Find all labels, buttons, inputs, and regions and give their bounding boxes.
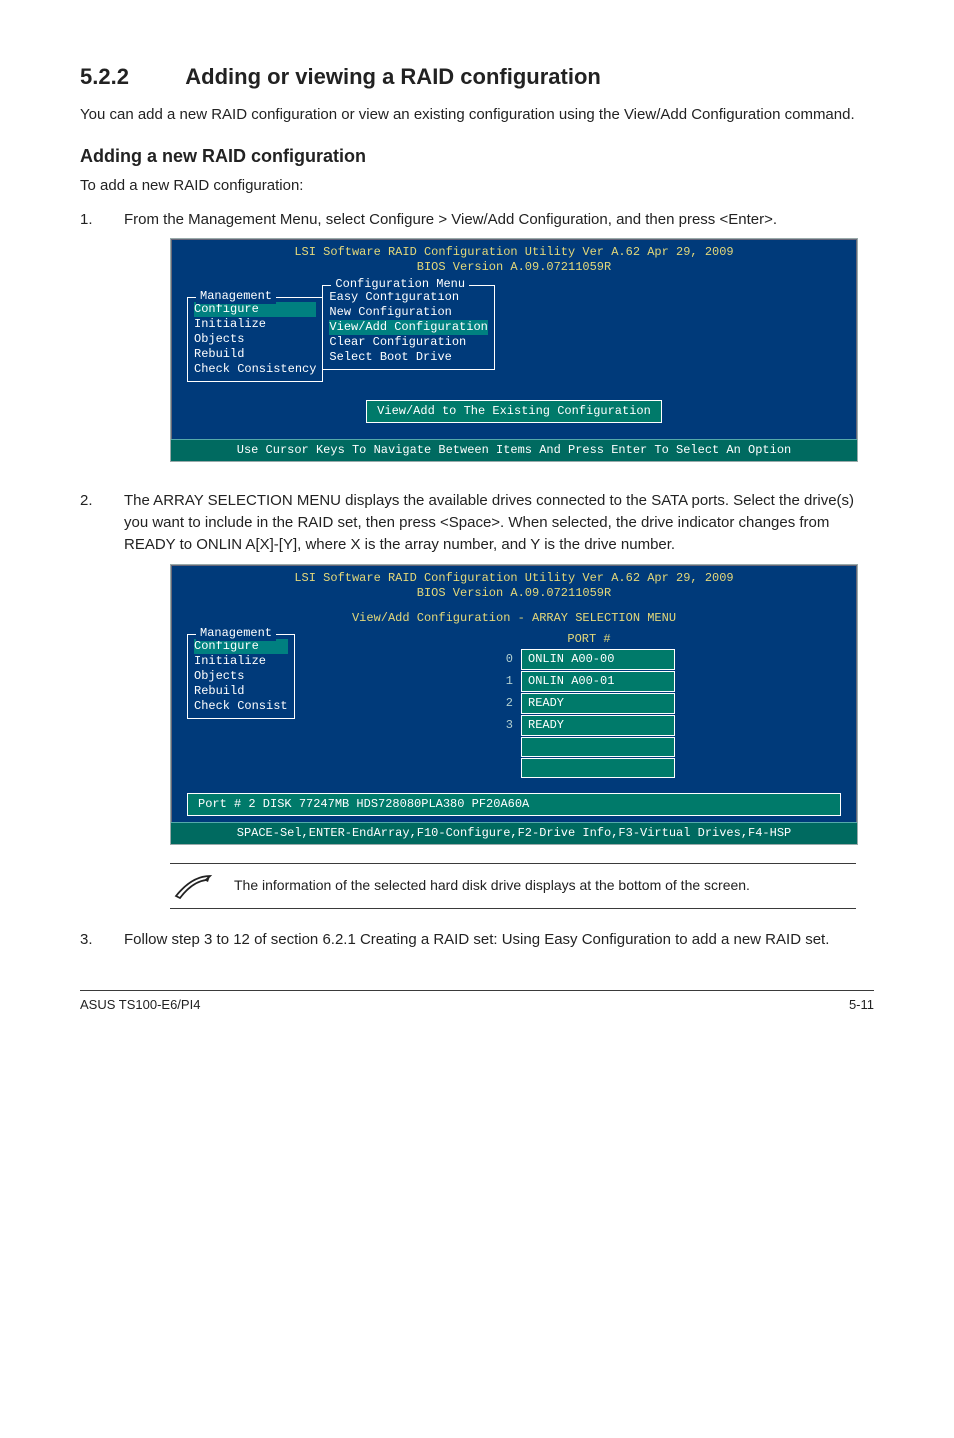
menu-item-rebuild[interactable]: Rebuild xyxy=(194,347,316,362)
menu-item-objects[interactable]: Objects xyxy=(194,332,316,347)
management-menu: Management Configure Initialize Objects … xyxy=(187,634,295,719)
step-number: 1. xyxy=(80,209,102,481)
footer-page-number: 5-11 xyxy=(849,997,874,1012)
management-menu-label: Management xyxy=(196,289,276,304)
menu-item-check-consistency[interactable]: Check Consistency xyxy=(194,362,316,377)
step-text: The ARRAY SELECTION MENU displays the av… xyxy=(124,492,854,553)
configuration-menu-label: Configuration Menu xyxy=(331,277,469,292)
step-text: From the Management Menu, select Configu… xyxy=(124,211,777,228)
cfg-item-new[interactable]: New Configuration xyxy=(329,305,487,320)
cfg-item-clear[interactable]: Clear Configuration xyxy=(329,335,487,350)
page-footer: ASUS TS100-E6/PI4 5-11 xyxy=(80,990,874,1012)
management-menu: Management Configure Initialize Objects … xyxy=(187,297,323,382)
port-index: 0 xyxy=(503,652,513,667)
bios-title-line1: LSI Software RAID Configuration Utility … xyxy=(171,571,857,586)
section-heading: 5.2.2 Adding or viewing a RAID configura… xyxy=(80,64,874,90)
port-row-0[interactable]: 0 ONLIN A00-00 xyxy=(503,649,675,671)
section-title-text: Adding or viewing a RAID configuration xyxy=(185,64,601,89)
section-number: 5.2.2 xyxy=(80,64,180,90)
port-status: READY xyxy=(521,693,675,714)
cfg-item-easy[interactable]: Easy Configuration xyxy=(329,290,487,305)
step-text: Follow step 3 to 12 of section 6.2.1 Cre… xyxy=(124,931,829,948)
note-icon xyxy=(170,870,216,902)
step-number: 3. xyxy=(80,929,102,951)
port-index: 1 xyxy=(503,674,513,689)
port-row-3[interactable]: 3 READY xyxy=(503,715,675,737)
bios-footer-hint: SPACE-Sel,ENTER-EndArray,F10-Configure,F… xyxy=(171,822,857,844)
note-callout: The information of the selected hard dis… xyxy=(170,863,856,909)
menu-item-configure[interactable]: Configure xyxy=(194,639,288,654)
port-row-2[interactable]: 2 READY xyxy=(503,693,675,715)
menu-item-initialize[interactable]: Initialize xyxy=(194,317,316,332)
port-status: ONLIN A00-01 xyxy=(521,671,675,692)
step-number: 2. xyxy=(80,490,102,918)
array-selection-title: View/Add Configuration - ARRAY SELECTION… xyxy=(187,609,841,632)
view-add-status: View/Add to The Existing Configuration xyxy=(366,400,662,423)
port-status: READY xyxy=(521,715,675,736)
port-index: 3 xyxy=(503,718,513,733)
selected-disk-info: Port # 2 DISK 77247MB HDS728080PLA380 PF… xyxy=(187,793,841,816)
bios-screenshot-1: LSI Software RAID Configuration Utility … xyxy=(170,238,858,462)
port-status: ONLIN A00-00 xyxy=(521,649,675,670)
step-2: 2. The ARRAY SELECTION MENU displays the… xyxy=(80,490,874,918)
menu-item-configure[interactable]: Configure xyxy=(194,302,316,317)
bios-title-line2: BIOS Version A.09.07211059R xyxy=(171,260,857,275)
menu-item-rebuild[interactable]: Rebuild xyxy=(194,684,288,699)
management-menu-label: Management xyxy=(196,626,276,641)
configuration-menu: Configuration Menu Easy Configuration Ne… xyxy=(322,285,494,370)
bios-screenshot-2: LSI Software RAID Configuration Utility … xyxy=(170,564,858,845)
bios-title-line1: LSI Software RAID Configuration Utility … xyxy=(171,245,857,260)
bios-title-line2: BIOS Version A.09.07211059R xyxy=(171,586,857,601)
port-row-empty xyxy=(503,737,675,758)
bios-header: LSI Software RAID Configuration Utility … xyxy=(171,565,857,603)
subsection-heading: Adding a new RAID configuration xyxy=(80,146,874,167)
bios-header: LSI Software RAID Configuration Utility … xyxy=(171,239,857,277)
cfg-item-select-boot[interactable]: Select Boot Drive xyxy=(329,350,487,365)
port-header: PORT # xyxy=(567,632,610,647)
bios-footer-hint: Use Cursor Keys To Navigate Between Item… xyxy=(171,439,857,461)
port-index: 2 xyxy=(503,696,513,711)
port-row-empty xyxy=(503,758,675,779)
step-1: 1. From the Management Menu, select Conf… xyxy=(80,209,874,481)
cfg-item-view-add[interactable]: View/Add Configuration xyxy=(329,320,487,335)
step-3: 3. Follow step 3 to 12 of section 6.2.1 … xyxy=(80,929,874,951)
port-row-1[interactable]: 1 ONLIN A00-01 xyxy=(503,671,675,693)
section-intro: You can add a new RAID configuration or … xyxy=(80,104,874,126)
footer-product: ASUS TS100-E6/PI4 xyxy=(80,997,200,1012)
subsection-lead: To add a new RAID configuration: xyxy=(80,175,874,197)
menu-item-check-consist[interactable]: Check Consist xyxy=(194,699,288,714)
menu-item-initialize[interactable]: Initialize xyxy=(194,654,288,669)
note-text: The information of the selected hard dis… xyxy=(234,876,856,895)
menu-item-objects[interactable]: Objects xyxy=(194,669,288,684)
